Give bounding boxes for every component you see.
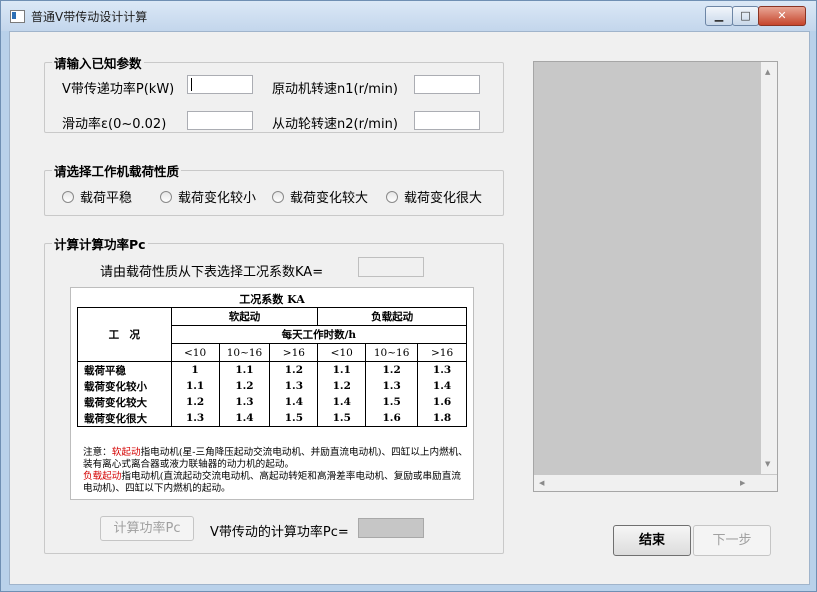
table-row: 载荷平稳 1 1.1 1.2 1.1 1.2 1.3: [77, 361, 467, 378]
next-step-button[interactable]: 下一步: [693, 525, 771, 556]
table-row: 载荷变化很大 1.3 1.4 1.5 1.5 1.6 1.8: [77, 410, 467, 427]
ka-table-image: 工况系数 KA 工 况 软起动 负载起动 每天工作时数/h <10 10~16: [70, 287, 474, 500]
ka-hours-cell: >16: [417, 343, 467, 362]
pc-output[interactable]: [358, 518, 424, 538]
close-button[interactable]: ✕: [758, 6, 806, 26]
minimize-button[interactable]: ▁: [705, 6, 733, 26]
note-load-start-term: 负载起动: [83, 471, 122, 482]
radio-circle-icon: [62, 191, 74, 203]
n2-input[interactable]: [414, 111, 480, 130]
ka-input[interactable]: [358, 257, 424, 277]
ka-corner-header: 工 况: [77, 307, 172, 362]
result-listbox[interactable]: ▲ ▼ ◀ ▶: [533, 61, 778, 492]
table-row: 载荷变化较小 1.1 1.2 1.3 1.2 1.3 1.4: [77, 378, 467, 394]
known-params-legend: 请输入已知参数: [54, 56, 142, 71]
ka-hours-cell: >16: [269, 343, 319, 362]
power-label: V带传递功率P(kW): [62, 82, 175, 97]
vertical-scrollbar[interactable]: ▲ ▼: [761, 62, 777, 474]
close-icon: ✕: [777, 9, 787, 22]
ka-soft-start-header: 软起动: [170, 307, 319, 326]
ka-prompt-label: 请由载荷性质从下表选择工况系数KA=: [100, 265, 324, 280]
pc-label: V带传动的计算功率Pc=: [210, 525, 349, 540]
n1-label: 原动机转速n1(r/min): [272, 82, 398, 97]
form-client-area: 请输入已知参数 V带传递功率P(kW) 原动机转速n1(r/min) 滑动率ε(…: [9, 31, 810, 585]
slip-label: 滑动率ε(0~0.02): [62, 117, 167, 132]
horizontal-scrollbar[interactable]: ◀ ▶: [534, 475, 761, 491]
scroll-right-icon[interactable]: ▶: [740, 479, 745, 487]
scroll-left-icon[interactable]: ◀: [539, 479, 544, 487]
scrollbar-corner: [761, 475, 777, 491]
ka-load-start-header: 负载起动: [317, 307, 467, 326]
load-option-steady[interactable]: 载荷平稳: [62, 187, 132, 206]
maximize-button[interactable]: □: [732, 6, 759, 26]
ka-hours-cell: 10~16: [218, 343, 271, 362]
calc-power-legend: 计算计算功率Pc: [54, 237, 146, 252]
ka-table-caption: 工况系数 KA: [239, 293, 305, 306]
radio-circle-icon: [386, 191, 398, 203]
ka-table: 工 况 软起动 负载起动 每天工作时数/h <10 10~16 >16 <10 …: [77, 307, 468, 427]
window-title: 普通V带传动设计计算: [31, 10, 148, 24]
radio-circle-icon: [160, 191, 172, 203]
minimize-icon: ▁: [714, 9, 724, 22]
scroll-up-icon[interactable]: ▲: [765, 68, 770, 76]
finish-button[interactable]: 结束: [613, 525, 691, 556]
note-soft-start-term: 软起动: [111, 447, 141, 458]
title-bar[interactable]: 普通V带传动设计计算 ▁ □ ✕: [1, 1, 816, 31]
load-nature-legend: 请选择工作机载荷性质: [54, 164, 180, 179]
load-option-very-large-change[interactable]: 载荷变化很大: [386, 187, 482, 206]
maximize-icon: □: [740, 9, 751, 22]
ka-hours-cell: <10: [170, 343, 220, 362]
ka-hours-cell: 10~16: [365, 343, 419, 362]
ka-hours-header: 每天工作时数/h: [170, 325, 468, 344]
table-row: 载荷变化较大 1.2 1.3 1.4 1.4 1.5 1.6: [77, 394, 467, 410]
app-window: 普通V带传动设计计算 ▁ □ ✕ 请输入已知参数 V带传递功率P(kW) 原动机…: [0, 0, 817, 592]
load-option-large-change[interactable]: 载荷变化较大: [272, 187, 368, 206]
scroll-down-icon[interactable]: ▼: [765, 460, 770, 468]
n2-label: 从动轮转速n2(r/min): [272, 117, 398, 132]
ka-table-notes: 注意：软起动指电动机(星-三角降压起动交流电动机、并励直流电动机)、四缸以上内燃…: [83, 447, 468, 494]
radio-circle-icon: [272, 191, 284, 203]
slip-input[interactable]: [187, 111, 253, 130]
power-input[interactable]: [187, 75, 253, 94]
app-icon: [10, 10, 25, 23]
load-option-small-change[interactable]: 载荷变化较小: [160, 187, 256, 206]
ka-hours-cell: <10: [317, 343, 367, 362]
calc-power-button[interactable]: 计算功率Pc: [100, 516, 194, 541]
ka-table-body: 载荷平稳 1 1.1 1.2 1.1 1.2 1.3 载荷变化较小 1.1 1.2 1.3 1.…: [77, 361, 467, 427]
n1-input[interactable]: [414, 75, 480, 94]
text-caret: [191, 78, 192, 91]
